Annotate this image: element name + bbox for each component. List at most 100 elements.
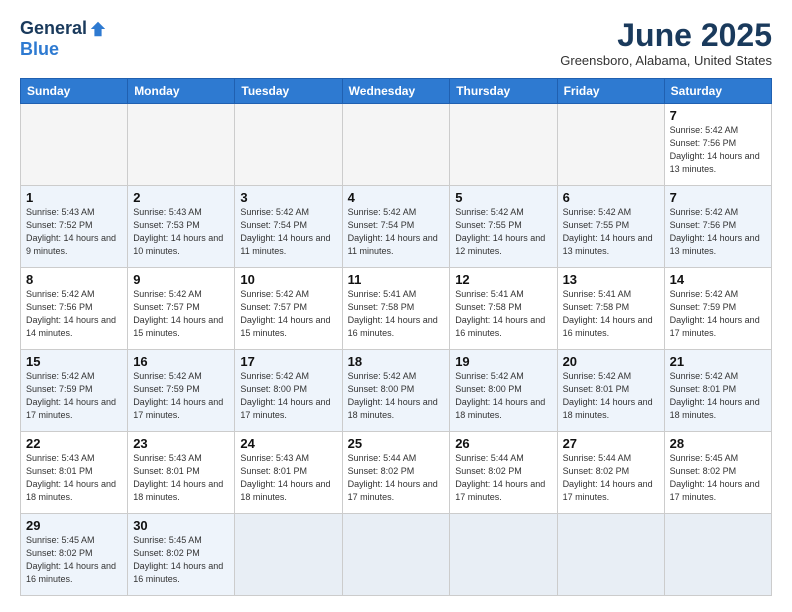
calendar-cell: 7Sunrise: 5:42 AMSunset: 7:56 PMDaylight… [664, 186, 771, 268]
day-info: Sunrise: 5:42 AMSunset: 7:59 PMDaylight:… [133, 370, 229, 422]
day-info: Sunrise: 5:42 AMSunset: 7:57 PMDaylight:… [133, 288, 229, 340]
title-block: June 2025 Greensboro, Alabama, United St… [560, 18, 772, 68]
day-number: 28 [670, 436, 766, 451]
calendar-cell: 3Sunrise: 5:42 AMSunset: 7:54 PMDaylight… [235, 186, 342, 268]
day-info: Sunrise: 5:42 AMSunset: 7:55 PMDaylight:… [455, 206, 551, 258]
day-info: Sunrise: 5:42 AMSunset: 8:01 PMDaylight:… [563, 370, 659, 422]
day-number: 4 [348, 190, 445, 205]
day-info: Sunrise: 5:42 AMSunset: 8:01 PMDaylight:… [670, 370, 766, 422]
day-info: Sunrise: 5:42 AMSunset: 8:00 PMDaylight:… [348, 370, 445, 422]
calendar-cell: 28Sunrise: 5:45 AMSunset: 8:02 PMDayligh… [664, 432, 771, 514]
day-info: Sunrise: 5:42 AMSunset: 7:54 PMDaylight:… [348, 206, 445, 258]
calendar-cell [557, 104, 664, 186]
calendar-cell [342, 104, 450, 186]
day-number: 3 [240, 190, 336, 205]
col-monday: Monday [128, 79, 235, 104]
day-number: 24 [240, 436, 336, 451]
day-number: 25 [348, 436, 445, 451]
calendar-table: Sunday Monday Tuesday Wednesday Thursday… [20, 78, 772, 596]
day-info: Sunrise: 5:45 AMSunset: 8:02 PMDaylight:… [670, 452, 766, 504]
day-info: Sunrise: 5:42 AMSunset: 7:56 PMDaylight:… [670, 206, 766, 258]
calendar-cell: 8Sunrise: 5:42 AMSunset: 7:56 PMDaylight… [21, 268, 128, 350]
calendar-cell: 30Sunrise: 5:45 AMSunset: 8:02 PMDayligh… [128, 514, 235, 596]
day-number: 5 [455, 190, 551, 205]
day-number: 22 [26, 436, 122, 451]
day-info: Sunrise: 5:41 AMSunset: 7:58 PMDaylight:… [348, 288, 445, 340]
calendar-cell [450, 104, 557, 186]
day-info: Sunrise: 5:42 AMSunset: 7:56 PMDaylight:… [26, 288, 122, 340]
day-number: 7 [670, 108, 766, 123]
logo-blue-text: Blue [20, 39, 59, 59]
day-info: Sunrise: 5:42 AMSunset: 7:55 PMDaylight:… [563, 206, 659, 258]
page: General Blue June 2025 Greensboro, Alaba… [0, 0, 792, 612]
day-number: 6 [563, 190, 659, 205]
calendar-cell [342, 514, 450, 596]
col-saturday: Saturday [664, 79, 771, 104]
day-number: 26 [455, 436, 551, 451]
calendar-header-row: Sunday Monday Tuesday Wednesday Thursday… [21, 79, 772, 104]
col-thursday: Thursday [450, 79, 557, 104]
day-info: Sunrise: 5:43 AMSunset: 7:53 PMDaylight:… [133, 206, 229, 258]
day-number: 27 [563, 436, 659, 451]
calendar-cell: 24Sunrise: 5:43 AMSunset: 8:01 PMDayligh… [235, 432, 342, 514]
header: General Blue June 2025 Greensboro, Alaba… [20, 18, 772, 68]
calendar-cell [664, 514, 771, 596]
day-info: Sunrise: 5:42 AMSunset: 7:54 PMDaylight:… [240, 206, 336, 258]
day-number: 20 [563, 354, 659, 369]
day-number: 7 [670, 190, 766, 205]
day-info: Sunrise: 5:43 AMSunset: 8:01 PMDaylight:… [240, 452, 336, 504]
day-number: 9 [133, 272, 229, 287]
day-info: Sunrise: 5:42 AMSunset: 7:57 PMDaylight:… [240, 288, 336, 340]
logo-icon [89, 20, 107, 38]
calendar-cell: 14Sunrise: 5:42 AMSunset: 7:59 PMDayligh… [664, 268, 771, 350]
calendar-cell: 16Sunrise: 5:42 AMSunset: 7:59 PMDayligh… [128, 350, 235, 432]
day-number: 15 [26, 354, 122, 369]
day-number: 2 [133, 190, 229, 205]
day-info: Sunrise: 5:42 AMSunset: 7:56 PMDaylight:… [670, 124, 766, 176]
day-number: 10 [240, 272, 336, 287]
day-info: Sunrise: 5:45 AMSunset: 8:02 PMDaylight:… [133, 534, 229, 586]
day-number: 18 [348, 354, 445, 369]
calendar-cell: 10Sunrise: 5:42 AMSunset: 7:57 PMDayligh… [235, 268, 342, 350]
calendar-cell [128, 104, 235, 186]
calendar-cell: 20Sunrise: 5:42 AMSunset: 8:01 PMDayligh… [557, 350, 664, 432]
day-number: 11 [348, 272, 445, 287]
day-number: 21 [670, 354, 766, 369]
calendar-cell: 21Sunrise: 5:42 AMSunset: 8:01 PMDayligh… [664, 350, 771, 432]
calendar-cell: 26Sunrise: 5:44 AMSunset: 8:02 PMDayligh… [450, 432, 557, 514]
day-info: Sunrise: 5:42 AMSunset: 8:00 PMDaylight:… [455, 370, 551, 422]
calendar-cell: 25Sunrise: 5:44 AMSunset: 8:02 PMDayligh… [342, 432, 450, 514]
logo-general: General [20, 18, 87, 39]
calendar-cell: 27Sunrise: 5:44 AMSunset: 8:02 PMDayligh… [557, 432, 664, 514]
day-number: 19 [455, 354, 551, 369]
day-number: 12 [455, 272, 551, 287]
day-number: 29 [26, 518, 122, 533]
day-info: Sunrise: 5:45 AMSunset: 8:02 PMDaylight:… [26, 534, 122, 586]
calendar-cell: 18Sunrise: 5:42 AMSunset: 8:00 PMDayligh… [342, 350, 450, 432]
calendar-cell: 11Sunrise: 5:41 AMSunset: 7:58 PMDayligh… [342, 268, 450, 350]
day-number: 17 [240, 354, 336, 369]
day-number: 16 [133, 354, 229, 369]
day-info: Sunrise: 5:43 AMSunset: 8:01 PMDaylight:… [26, 452, 122, 504]
day-number: 23 [133, 436, 229, 451]
calendar-cell: 6Sunrise: 5:42 AMSunset: 7:55 PMDaylight… [557, 186, 664, 268]
day-info: Sunrise: 5:42 AMSunset: 7:59 PMDaylight:… [26, 370, 122, 422]
day-info: Sunrise: 5:44 AMSunset: 8:02 PMDaylight:… [348, 452, 445, 504]
col-wednesday: Wednesday [342, 79, 450, 104]
calendar-cell: 23Sunrise: 5:43 AMSunset: 8:01 PMDayligh… [128, 432, 235, 514]
day-number: 1 [26, 190, 122, 205]
calendar-cell: 7Sunrise: 5:42 AMSunset: 7:56 PMDaylight… [664, 104, 771, 186]
day-info: Sunrise: 5:41 AMSunset: 7:58 PMDaylight:… [563, 288, 659, 340]
calendar-cell [21, 104, 128, 186]
logo: General Blue [20, 18, 107, 60]
day-number: 13 [563, 272, 659, 287]
day-info: Sunrise: 5:41 AMSunset: 7:58 PMDaylight:… [455, 288, 551, 340]
day-info: Sunrise: 5:42 AMSunset: 7:59 PMDaylight:… [670, 288, 766, 340]
calendar-cell: 29Sunrise: 5:45 AMSunset: 8:02 PMDayligh… [21, 514, 128, 596]
calendar-cell: 13Sunrise: 5:41 AMSunset: 7:58 PMDayligh… [557, 268, 664, 350]
calendar-cell: 12Sunrise: 5:41 AMSunset: 7:58 PMDayligh… [450, 268, 557, 350]
calendar-cell: 19Sunrise: 5:42 AMSunset: 8:00 PMDayligh… [450, 350, 557, 432]
day-info: Sunrise: 5:42 AMSunset: 8:00 PMDaylight:… [240, 370, 336, 422]
calendar-cell [557, 514, 664, 596]
day-info: Sunrise: 5:43 AMSunset: 7:52 PMDaylight:… [26, 206, 122, 258]
